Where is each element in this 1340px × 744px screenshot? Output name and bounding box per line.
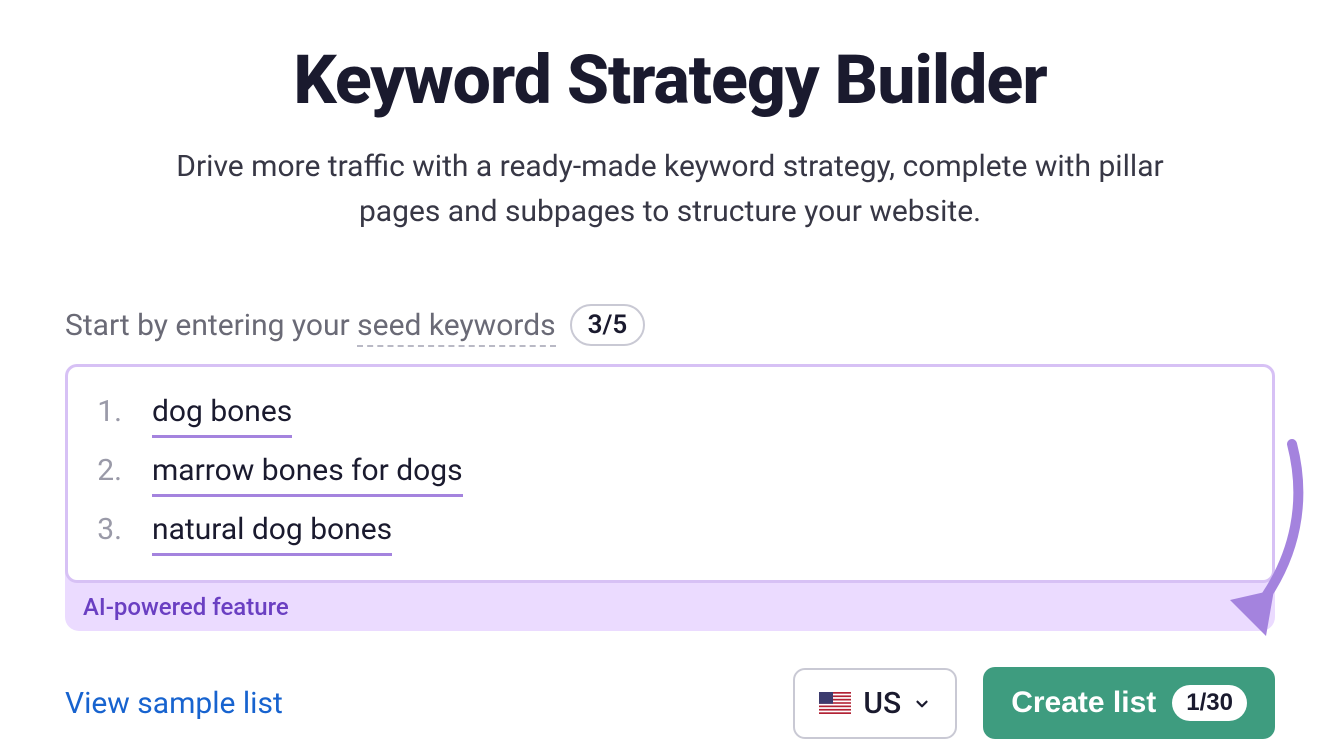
right-controls: US Create list 1/30 — [793, 667, 1275, 739]
create-list-button[interactable]: Create list 1/30 — [983, 667, 1275, 739]
keyword-text[interactable]: dog bones — [152, 391, 292, 438]
footer-row: View sample list US — [65, 667, 1275, 739]
page-subtitle: Drive more traffic with a ready-made key… — [170, 144, 1170, 234]
chevron-down-icon — [913, 686, 931, 721]
country-select[interactable]: US — [793, 668, 957, 739]
seed-prompt-prefix: Start by entering your — [65, 308, 357, 343]
ai-powered-label: AI-powered feature — [65, 583, 1275, 621]
keyword-row[interactable]: 1. dog bones — [92, 385, 1248, 444]
keyword-text[interactable]: natural dog bones — [152, 509, 392, 556]
page-title: Keyword Strategy Builder — [65, 40, 1275, 120]
keyword-row[interactable]: 2. marrow bones for dogs — [92, 444, 1248, 503]
keyword-number: 2. — [92, 453, 122, 488]
view-sample-link[interactable]: View sample list — [65, 686, 283, 721]
seed-prompt: Start by entering your seed keywords — [65, 308, 556, 343]
us-flag-icon — [819, 692, 851, 714]
seed-prompt-row: Start by entering your seed keywords 3/5 — [65, 304, 1275, 346]
create-list-badge: 1/30 — [1172, 685, 1247, 721]
keyword-text[interactable]: marrow bones for dogs — [152, 450, 463, 497]
seed-counter-pill: 3/5 — [570, 304, 646, 346]
seed-keywords-term[interactable]: seed keywords — [357, 308, 555, 347]
seed-input-wrap: 1. dog bones 2. marrow bones for dogs 3.… — [65, 364, 1275, 631]
country-code: US — [863, 686, 901, 721]
keyword-number: 1. — [92, 394, 122, 429]
keyword-number: 3. — [92, 512, 122, 547]
seed-input-box[interactable]: 1. dog bones 2. marrow bones for dogs 3.… — [65, 364, 1275, 583]
create-list-label: Create list — [1011, 686, 1156, 720]
keyword-row[interactable]: 3. natural dog bones — [92, 503, 1248, 562]
